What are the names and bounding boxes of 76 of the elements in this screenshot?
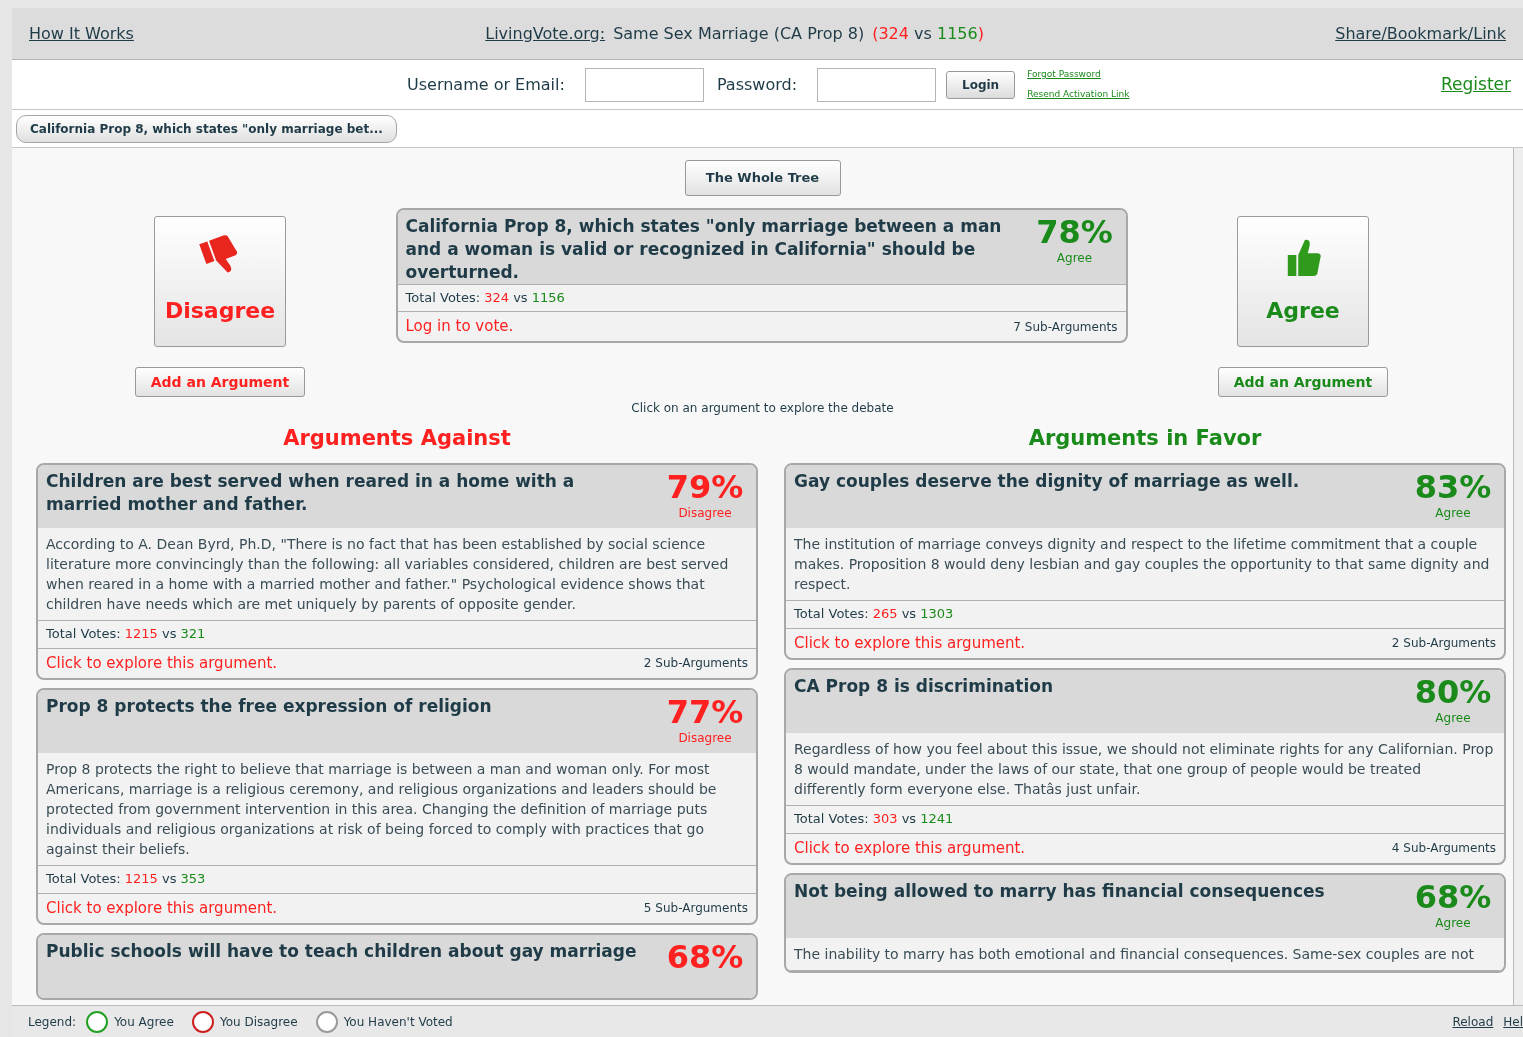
argument-text: Regardless of how you feel about this issue, we should not eliminate rights for any Californian. Prop 8 would mandate, under the laws of our state, that one group of people would be treated differently form everyone else. Thatâs just unfair. [786, 732, 1504, 806]
total-votes: Total Votes: 303 vs 1241 [794, 810, 954, 829]
percent-value: 80% [1414, 674, 1492, 709]
section-heading: Arguments in Favor [1027, 425, 1263, 452]
explore-link[interactable]: Click to explore this argument. [46, 896, 278, 920]
legend-label: Legend: [28, 1013, 77, 1031]
scrollbar[interactable] [1513, 148, 1523, 1005]
total-votes: Total Votes: 324 vs 1156 [405, 289, 565, 308]
section-heading: Arguments Against [282, 425, 512, 452]
argument-card[interactable] [36, 462, 758, 680]
site-link[interactable]: LivingVote.org: [485, 21, 606, 46]
percent-value: 68% [1414, 879, 1492, 914]
verdict-label: Agree [1056, 250, 1093, 267]
how-it-works-link[interactable]: How It Works [29, 21, 134, 46]
username-field[interactable] [584, 67, 704, 102]
argument-card[interactable] [784, 667, 1506, 865]
verdict-label: Agree [1435, 709, 1471, 727]
argument-title: Public schools will have to teach children about gay marriage [46, 939, 638, 963]
percent-value: 78% [1036, 215, 1113, 249]
explore-link[interactable]: Click to explore this argument. [794, 631, 1026, 655]
sub-arguments-count: 7 Sub-Arguments [1013, 318, 1118, 336]
argument-card[interactable]: Public schools will have to teach children about gay marriage 68% [36, 932, 758, 1000]
add-argument-button[interactable]: Add an Argument [134, 367, 306, 397]
argument-text: The inability to marry has both emotional and financial consequences. Same-sex couples are not [786, 937, 1504, 971]
disagree-button[interactable]: Disagree [154, 216, 286, 347]
argument-card[interactable]: Not being allowed to marry has financial consequences 68% Agree The inability to marry has both emotional and financial consequences. Same-sex couples are not [784, 872, 1506, 973]
page-topic: Same Sex Marriage (CA Prop 8) [613, 22, 865, 45]
legend-item: You Haven't Voted [343, 1013, 453, 1031]
legend-item: You Disagree [219, 1013, 298, 1031]
instruction-text: Click on an argument to explore the debate [631, 400, 894, 417]
percent-value: 83% [1414, 469, 1492, 504]
total-votes: Total Votes: 1215 vs 321 [46, 625, 206, 644]
percent-value: 68% [666, 939, 744, 974]
verdict-label: Disagree [678, 729, 732, 747]
legend-item: You Agree [114, 1013, 174, 1031]
vote-counts: (324 vs 1156) [872, 22, 984, 45]
verdict-label: Agree [1435, 504, 1471, 522]
share-link[interactable]: Share/Bookmark/Link [1335, 21, 1506, 46]
help-link[interactable]: Hel [1503, 1012, 1523, 1031]
sub-arguments-count: 4 Sub-Arguments [1391, 840, 1496, 857]
total-votes: Total Votes: 1215 vs 353 [46, 870, 206, 889]
argument-text: According to A. Dean Byrd, Ph.D, "There is no fact that has been established by social science literature more convincingly than the following: all variables considered, children are best served when reared in a home with a married mother and father." Psychological evidence shows that children have needs which are met uniquely by parents of opposite gender. [38, 527, 756, 621]
percent-value: 77% [666, 694, 744, 729]
argument-title: Prop 8 protects the free expression of religion [46, 694, 493, 718]
reload-link[interactable]: Reload [1452, 1012, 1494, 1031]
verdict-label: Disagree [678, 504, 732, 522]
password-label: Password: [716, 73, 797, 96]
explore-link[interactable]: Click to explore this argument. [46, 651, 278, 675]
sub-arguments-count: 2 Sub-Arguments [1391, 635, 1496, 652]
username-label: Username or Email: [407, 73, 565, 96]
argument-card[interactable] [784, 462, 1506, 660]
argument-card[interactable] [36, 687, 758, 925]
argument-card[interactable]: California Prop 8, which states "only marriage between a man and a woman is valid or recognized in California" should be overturned. 78% Agree Total Votes: 324 vs 1156 Log in to vote. 7 Sub-Arguments [395, 208, 1128, 343]
breadcrumb-button[interactable]: California Prop 8, which states "only marriage bet... [16, 114, 397, 143]
sub-arguments-count: 2 Sub-Arguments [643, 655, 748, 672]
argument-text: Prop 8 protects the right to believe that marriage is between a man and woman only. For most Americans, marriage is a religious ceremony, and religious organizations and leaders should be protected from government intervention in this area. Changing the definition of marriage puts individuals and religious organizations at risk of being forced to comply with practices that go against their beliefs. [38, 752, 756, 866]
forgot-password-link[interactable]: Forgot Password [1027, 68, 1130, 82]
argument-title: California Prop 8, which states "only marriage between a man and a woman is valid or recognized in California" should be overturned. [405, 215, 1003, 284]
argument-title: Children are best served when reared in a home with a married mother and father. [46, 469, 576, 516]
argument-text: The institution of marriage conveys dignity and respect to the lifetime commitment that a couple makes. Proposition 8 would deny lesbian and gay couples the opportunity to that same dignity and respect. [786, 527, 1504, 601]
whole-tree-button[interactable]: The Whole Tree [684, 160, 841, 196]
argument-title: Not being allowed to marry has financial consequences [794, 879, 1326, 903]
login-button[interactable]: Login [946, 70, 1016, 99]
resend-activation-link[interactable]: Resend Activation Link [1027, 87, 1130, 101]
total-votes: Total Votes: 265 vs 1303 [794, 605, 954, 624]
sub-arguments-count: 5 Sub-Arguments [643, 900, 748, 917]
verdict-label: Agree [1435, 914, 1471, 932]
explore-link[interactable]: Click to explore this argument. [794, 836, 1026, 860]
explore-link[interactable]: Log in to vote. [405, 315, 514, 338]
register-link[interactable]: Register [1441, 71, 1511, 98]
argument-title: CA Prop 8 is discrimination [794, 674, 1055, 698]
argument-title: Gay couples deserve the dignity of marriage as well. [794, 469, 1301, 493]
add-argument-button[interactable]: Add an Argument [1217, 367, 1389, 397]
agree-button[interactable]: Agree [1237, 216, 1369, 347]
percent-value: 79% [666, 469, 744, 504]
password-field[interactable] [817, 67, 936, 102]
